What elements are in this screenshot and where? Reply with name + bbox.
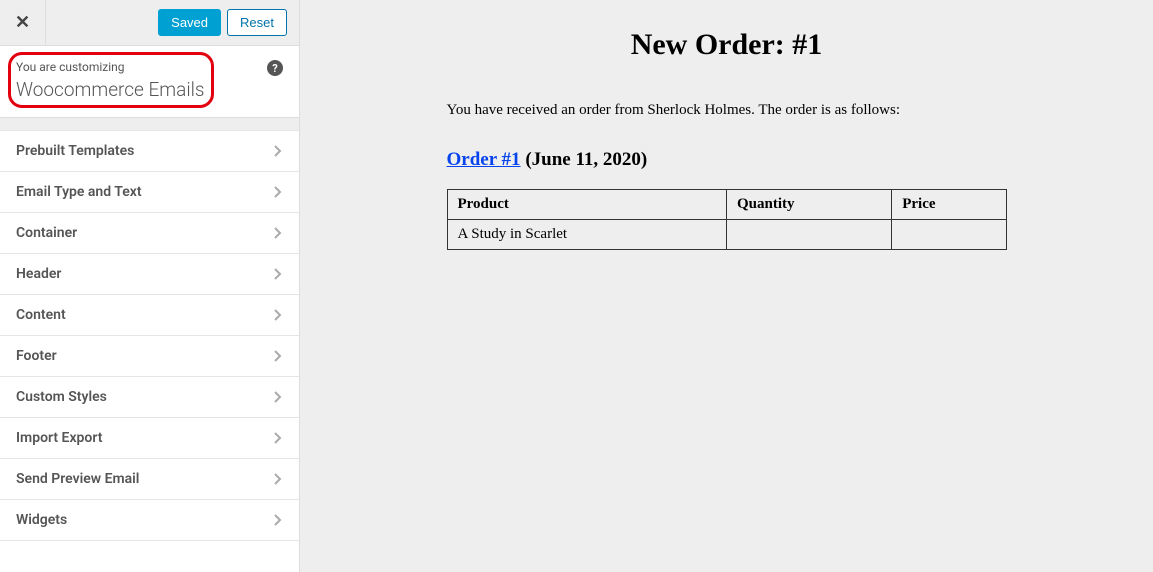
topbar: ✕ Saved Reset: [0, 0, 299, 46]
th-quantity: Quantity: [727, 190, 892, 220]
menu-gap: [0, 118, 299, 130]
menu-item-container[interactable]: Container: [0, 213, 299, 254]
menu-item-content[interactable]: Content: [0, 295, 299, 336]
menu-item-label: Container: [16, 225, 77, 241]
menu-item-widgets[interactable]: Widgets: [0, 500, 299, 541]
menu-item-send-preview-email[interactable]: Send Preview Email: [0, 459, 299, 500]
menu-item-prebuilt-templates[interactable]: Prebuilt Templates: [0, 130, 299, 172]
email-preview: New Order: #1 You have received an order…: [300, 0, 1153, 572]
reset-button[interactable]: Reset: [227, 9, 287, 36]
order-date: (June 11, 2020): [521, 149, 648, 170]
menu-item-label: Custom Styles: [16, 389, 107, 405]
close-icon: ✕: [15, 12, 30, 33]
menu-item-header[interactable]: Header: [0, 254, 299, 295]
order-subheading: Order #1 (June 11, 2020): [447, 149, 1007, 171]
menu-item-label: Content: [16, 307, 66, 323]
chevron-right-icon: [273, 472, 283, 486]
heading-large-text: Woocommerce Emails: [16, 78, 283, 101]
menu-item-label: Email Type and Text: [16, 184, 142, 200]
customizer-sidebar: ✕ Saved Reset You are customizing Woocom…: [0, 0, 300, 572]
chevron-right-icon: [273, 431, 283, 445]
order-body: You have received an order from Sherlock…: [447, 102, 1007, 250]
td-price: [892, 220, 1006, 250]
menu-item-footer[interactable]: Footer: [0, 336, 299, 377]
heading-section: You are customizing Woocommerce Emails ?: [0, 46, 299, 118]
chevron-right-icon: [273, 185, 283, 199]
menu-item-label: Prebuilt Templates: [16, 143, 134, 159]
order-description: You have received an order from Sherlock…: [447, 102, 1007, 119]
menu-item-custom-styles[interactable]: Custom Styles: [0, 377, 299, 418]
chevron-right-icon: [273, 390, 283, 404]
close-button[interactable]: ✕: [0, 0, 46, 46]
chevron-right-icon: [273, 267, 283, 281]
chevron-right-icon: [273, 308, 283, 322]
chevron-right-icon: [273, 144, 283, 158]
heading-small-text: You are customizing: [16, 60, 283, 74]
saved-button[interactable]: Saved: [158, 9, 221, 36]
menu-item-label: Widgets: [16, 512, 67, 528]
td-product: A Study in Scarlet: [447, 220, 727, 250]
th-product: Product: [447, 190, 727, 220]
menu-list: Prebuilt Templates Email Type and Text C…: [0, 130, 299, 541]
chevron-right-icon: [273, 349, 283, 363]
menu-item-label: Send Preview Email: [16, 471, 139, 487]
order-link[interactable]: Order #1: [447, 149, 521, 170]
order-table: Product Quantity Price A Study in Scarle…: [447, 189, 1007, 250]
menu-item-label: Footer: [16, 348, 57, 364]
menu-item-import-export[interactable]: Import Export: [0, 418, 299, 459]
menu-item-label: Import Export: [16, 430, 102, 446]
order-title: New Order: #1: [631, 28, 823, 62]
chevron-right-icon: [273, 226, 283, 240]
menu-item-email-type-and-text[interactable]: Email Type and Text: [0, 172, 299, 213]
th-price: Price: [892, 190, 1006, 220]
chevron-right-icon: [273, 513, 283, 527]
help-icon[interactable]: ?: [267, 60, 283, 76]
topbar-buttons: Saved Reset: [158, 9, 299, 36]
table-row: A Study in Scarlet: [447, 220, 1006, 250]
menu-item-label: Header: [16, 266, 61, 282]
td-quantity: [727, 220, 892, 250]
table-header-row: Product Quantity Price: [447, 190, 1006, 220]
